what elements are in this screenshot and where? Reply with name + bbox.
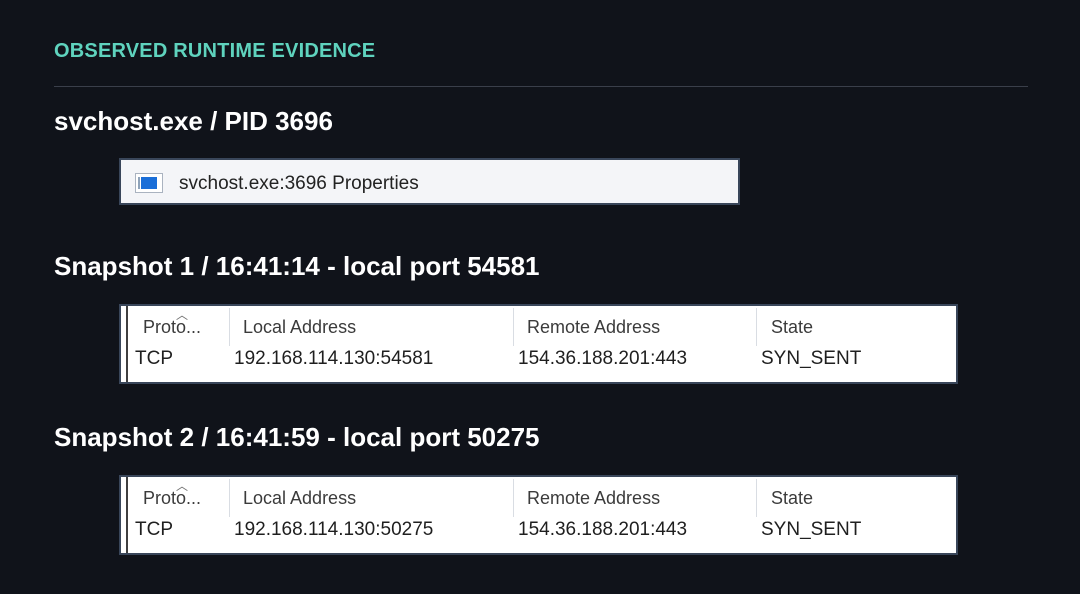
cell-state: SYN_SENT: [761, 348, 862, 369]
cell-local-address: 192.168.114.130:50275: [234, 519, 434, 540]
section-divider: [54, 86, 1028, 87]
column-header-local-address[interactable]: Local Address: [243, 488, 356, 509]
column-header-state[interactable]: State: [771, 317, 813, 338]
process-heading: svchost.exe / PID 3696: [54, 106, 333, 136]
column-separator: [756, 308, 757, 346]
column-header-proto[interactable]: Proto...: [143, 317, 201, 338]
snapshot-1-heading: Snapshot 1 / 16:41:14 - local port 54581: [54, 251, 540, 281]
column-header-local-address[interactable]: Local Address: [243, 317, 356, 338]
table-left-border: [126, 306, 128, 382]
column-header-proto[interactable]: Proto...: [143, 488, 201, 509]
column-separator: [756, 479, 757, 517]
column-separator: [513, 479, 514, 517]
column-header-remote-address[interactable]: Remote Address: [527, 488, 660, 509]
snapshot-2-heading: Snapshot 2 / 16:41:59 - local port 50275: [54, 422, 540, 452]
column-header-state[interactable]: State: [771, 488, 813, 509]
cell-state: SYN_SENT: [761, 519, 862, 540]
table-left-border: [126, 477, 128, 553]
application-window-icon: [135, 173, 163, 193]
cell-local-address: 192.168.114.130:54581: [234, 348, 434, 369]
column-header-remote-address[interactable]: Remote Address: [527, 317, 660, 338]
snapshot-2-table: ︿ Proto... Local Address Remote Address …: [119, 475, 958, 555]
column-separator: [229, 479, 230, 517]
cell-remote-address: 154.36.188.201:443: [518, 519, 688, 540]
snapshot-1-table: ︿ Proto... Local Address Remote Address …: [119, 304, 958, 384]
window-title-label: svchost.exe:3696 Properties: [179, 173, 419, 194]
cell-remote-address: 154.36.188.201:443: [518, 348, 688, 369]
column-separator: [229, 308, 230, 346]
cell-proto: TCP: [135, 519, 173, 540]
properties-window-titlebar: svchost.exe:3696 Properties: [119, 158, 740, 205]
section-title: OBSERVED RUNTIME EVIDENCE: [54, 40, 376, 62]
cell-proto: TCP: [135, 348, 173, 369]
column-separator: [513, 308, 514, 346]
